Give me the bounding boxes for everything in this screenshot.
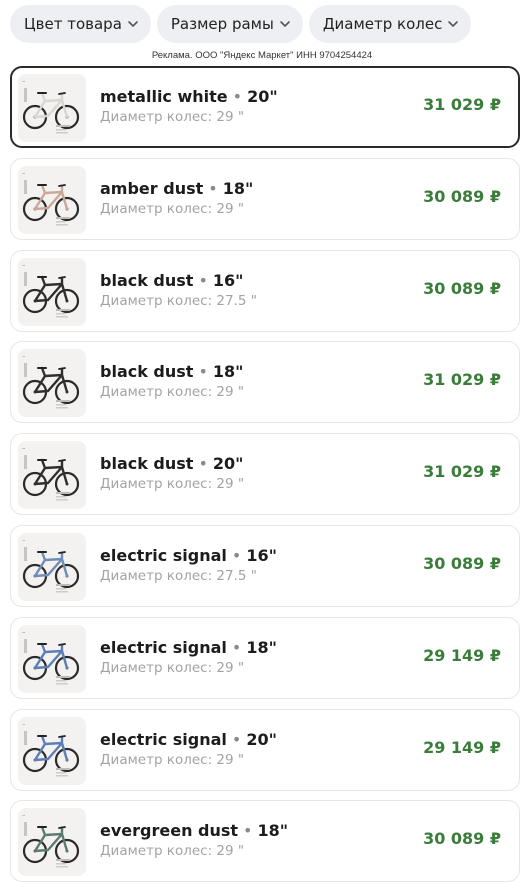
variant-wheel-diameter: Диаметр колес: 29 " bbox=[100, 751, 245, 768]
filter-color-label: Цвет товара bbox=[24, 15, 122, 33]
bicycle-image: ~ bbox=[18, 716, 86, 785]
bicycle-image: ~ bbox=[18, 257, 86, 326]
separator-dot: • bbox=[231, 545, 242, 565]
variant-frame-size: 20" bbox=[247, 87, 278, 106]
variant-frame-size: 18" bbox=[222, 178, 254, 198]
variant-card[interactable]: ~ amber dust • 18" Диаметр колес: 29 " 30 … bbox=[10, 157, 520, 240]
chevron-down-icon bbox=[127, 18, 139, 30]
bicycle-image: ~ bbox=[18, 532, 86, 601]
svg-text:~: ~ bbox=[22, 263, 25, 268]
variant-title: electric signal • 20" bbox=[100, 730, 277, 749]
filter-color-button[interactable]: Цвет товара bbox=[10, 5, 151, 43]
svg-text:~: ~ bbox=[22, 446, 25, 451]
variant-frame-size: 18" bbox=[212, 362, 244, 382]
separator-dot: • bbox=[198, 270, 208, 290]
variant-color: metallic white bbox=[100, 87, 228, 106]
variant-card[interactable]: ~ black dust • 18" Диаметр колес: 29 " 31 … bbox=[10, 341, 520, 424]
variant-card[interactable]: ~ electric signal • 16" Диаметр колес: 27.… bbox=[10, 524, 520, 607]
variant-color: evergreen dust bbox=[100, 821, 239, 841]
svg-text:~: ~ bbox=[22, 354, 25, 359]
separator-dot: • bbox=[243, 821, 253, 841]
variant-card[interactable]: ~ evergreen dust • 18" Диаметр колес: 29 "… bbox=[10, 800, 520, 882]
variant-frame-size: 16" bbox=[246, 545, 277, 565]
filter-bar: Цвет товара Размер рамы Диаметр колес bbox=[10, 5, 472, 43]
variant-price: 31 029 ₽ bbox=[423, 95, 501, 114]
variant-wheel-diameter: Диаметр колес: 29 " bbox=[100, 843, 245, 860]
variant-color: black dust bbox=[100, 362, 194, 382]
svg-text:~: ~ bbox=[22, 813, 25, 818]
variant-card[interactable]: ~ black dust • 20" Диаметр колес: 29 " 31 … bbox=[10, 433, 520, 516]
variant-wheel-diameter: Диаметр колес: 29 " bbox=[100, 659, 245, 676]
variant-card[interactable]: ~ metallic white • 20" Диаметр колес: 29 "… bbox=[10, 66, 520, 148]
svg-text:~: ~ bbox=[22, 79, 25, 84]
variant-wheel-diameter: Диаметр колес: 27.5 " bbox=[100, 567, 257, 584]
bicycle-image: ~ bbox=[18, 808, 86, 877]
variant-title: black dust • 16" bbox=[100, 271, 244, 290]
separator-dot: • bbox=[208, 178, 218, 198]
filter-frame-size-label: Размер рамы bbox=[170, 15, 274, 33]
variant-price: 30 089 ₽ bbox=[423, 553, 501, 573]
variant-color: black dust bbox=[100, 270, 194, 290]
variant-color: electric signal bbox=[100, 729, 227, 749]
chevron-down-icon bbox=[279, 18, 291, 30]
ad-disclaimer: Реклама. ООО "Яндекс Маркет" ИНН 9704254… bbox=[151, 50, 373, 61]
variant-price: 29 149 ₽ bbox=[423, 737, 501, 757]
variant-wheel-diameter: Диаметр колес: 29 " bbox=[100, 384, 245, 401]
separator-dot: • bbox=[198, 362, 208, 382]
variant-wheel-diameter: Диаметр колес: 29 " bbox=[100, 200, 245, 217]
variant-card[interactable]: ~ electric signal • 20" Диаметр колес: 29 … bbox=[10, 708, 520, 791]
filter-frame-size-button[interactable]: Размер рамы bbox=[156, 5, 303, 43]
chevron-down-icon bbox=[447, 18, 459, 30]
bicycle-image: ~ bbox=[18, 624, 86, 693]
variant-title: metallic white • 20" bbox=[100, 87, 278, 106]
variant-frame-size: 16" bbox=[212, 270, 244, 290]
svg-text:~: ~ bbox=[22, 538, 25, 543]
product-variant-list: ~ metallic white • 20" Диаметр колес: 29 "… bbox=[10, 66, 520, 882]
filter-wheel-diameter-button[interactable]: Диаметр колес bbox=[308, 5, 472, 43]
svg-text:~: ~ bbox=[22, 171, 25, 176]
variant-frame-size: 20" bbox=[212, 454, 244, 474]
separator-dot: • bbox=[198, 454, 208, 474]
variant-price: 29 149 ₽ bbox=[423, 645, 501, 665]
variant-wheel-diameter: Диаметр колес: 29 " bbox=[100, 476, 245, 493]
variant-title: black dust • 20" bbox=[100, 454, 244, 473]
separator-dot: • bbox=[232, 87, 243, 106]
variant-title: amber dust • 18" bbox=[100, 179, 253, 198]
filter-wheel-diameter-label: Диаметр колес bbox=[322, 15, 443, 33]
variant-wheel-diameter: Диаметр колес: 29 " bbox=[100, 109, 245, 125]
bicycle-image: ~ bbox=[18, 165, 86, 234]
variant-price: 31 029 ₽ bbox=[423, 462, 501, 482]
variant-title: black dust • 18" bbox=[100, 362, 244, 381]
bicycle-image: ~ bbox=[18, 74, 86, 142]
variant-card[interactable]: ~ electric signal • 18" Диаметр колес: 29 … bbox=[10, 616, 520, 699]
svg-text:~: ~ bbox=[22, 722, 25, 727]
variant-frame-size: 18" bbox=[257, 821, 289, 841]
variant-title: evergreen dust • 18" bbox=[100, 821, 288, 840]
variant-price: 30 089 ₽ bbox=[423, 186, 501, 206]
separator-dot: • bbox=[231, 637, 242, 657]
variant-title: electric signal • 18" bbox=[100, 638, 277, 657]
variant-wheel-diameter: Диаметр колес: 27.5 " bbox=[100, 292, 257, 309]
bicycle-image: ~ bbox=[18, 441, 86, 510]
variant-frame-size: 18" bbox=[246, 637, 277, 657]
variant-price: 30 089 ₽ bbox=[423, 278, 501, 298]
variant-color: black dust bbox=[100, 454, 194, 474]
bicycle-image: ~ bbox=[18, 349, 86, 418]
variant-color: electric signal bbox=[100, 545, 227, 565]
variant-price: 31 029 ₽ bbox=[423, 370, 501, 390]
variant-color: electric signal bbox=[100, 637, 227, 657]
variant-title: electric signal • 16" bbox=[100, 546, 277, 565]
variant-frame-size: 20" bbox=[246, 729, 277, 749]
svg-text:~: ~ bbox=[22, 630, 25, 635]
variant-color: amber dust bbox=[100, 178, 204, 198]
separator-dot: • bbox=[231, 729, 242, 749]
variant-price: 30 089 ₽ bbox=[423, 829, 501, 849]
variant-card[interactable]: ~ black dust • 16" Диаметр колес: 27.5 " 3… bbox=[10, 249, 520, 332]
